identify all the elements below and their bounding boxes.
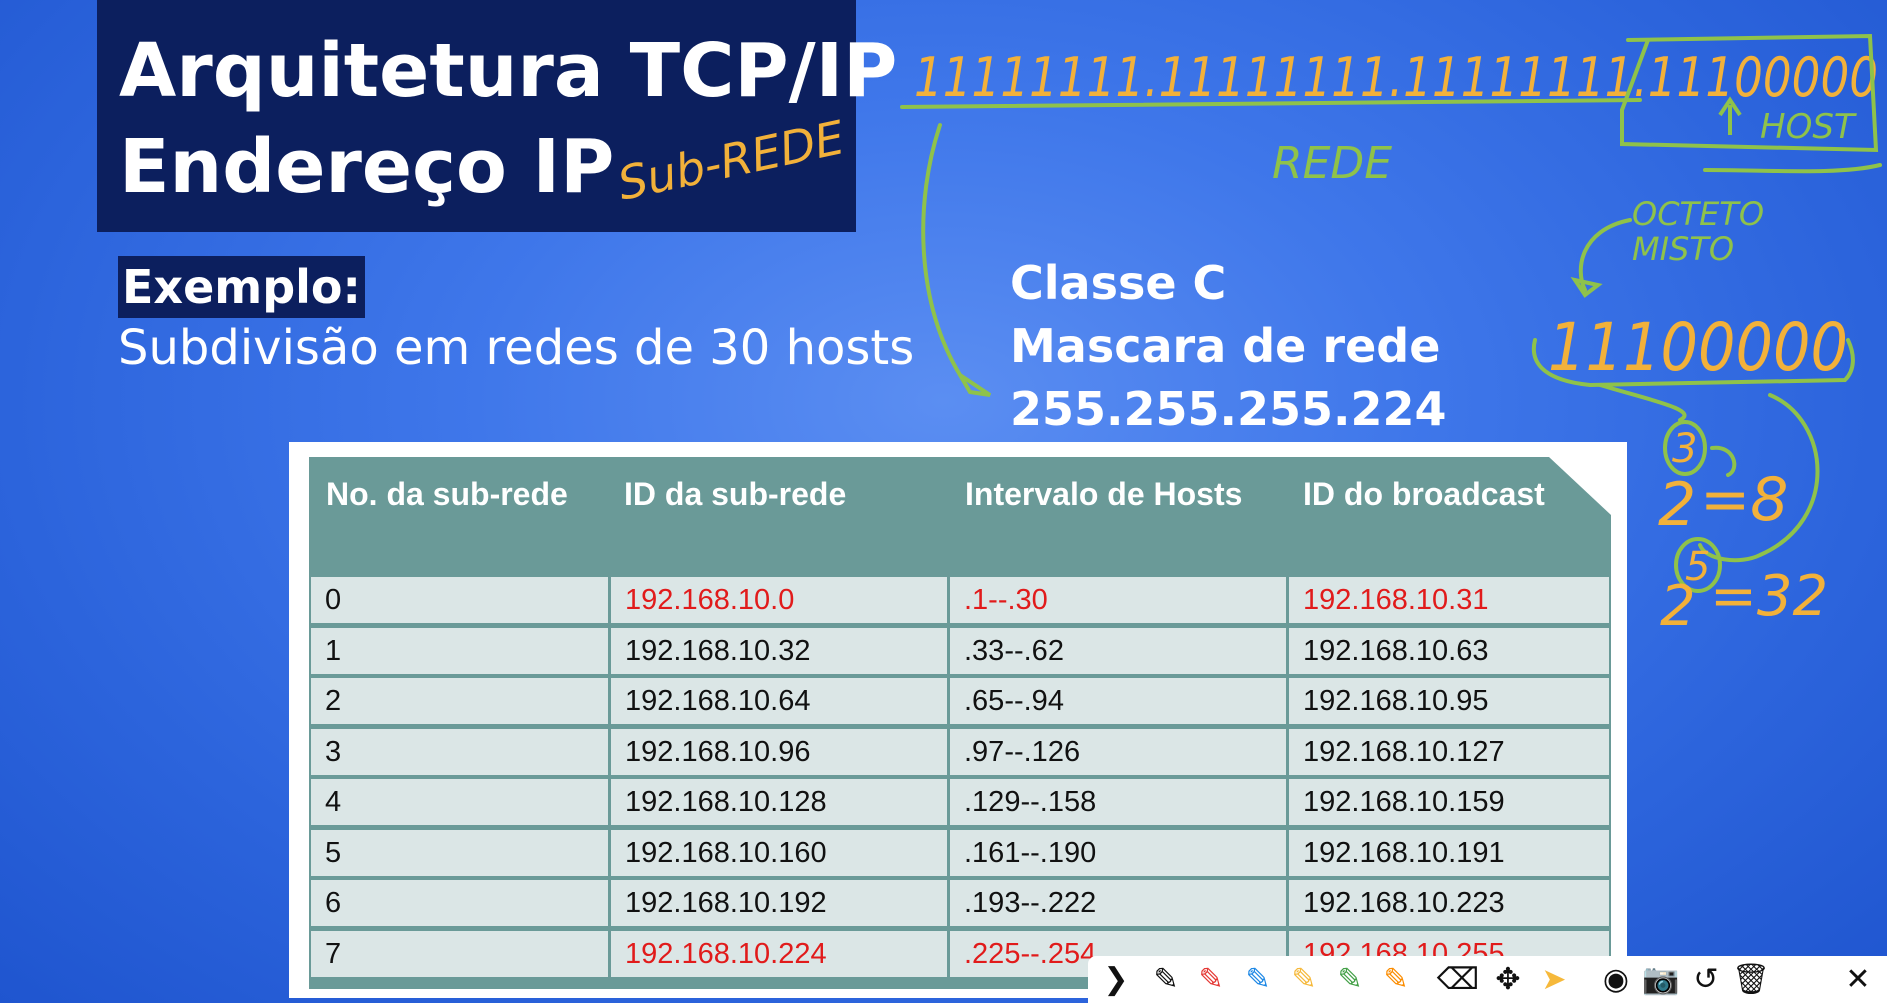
annotation-rede: REDE: [1272, 138, 1392, 189]
table-row: 3 192.168.10.96.97--.126 192.168.10.127: [309, 727, 1611, 778]
cell-subnet-id: 192.168.10.64: [611, 678, 947, 724]
cell-host-range: .33--.62: [950, 627, 1286, 674]
cell-broadcast-id: 192.168.10.223: [1289, 880, 1609, 926]
annotation-host: HOST: [1760, 107, 1857, 147]
annotation-pow2-exp: 5: [1685, 544, 1710, 590]
annotation-mixed-octet: 11100000: [1548, 309, 1848, 386]
pen-red-icon[interactable]: ✎: [1193, 962, 1229, 998]
cell-subnet-id: 192.168.10.0: [611, 577, 947, 623]
title-box: Arquitetura TCP/IP Endereço IP: [97, 0, 897, 232]
subnet-table: No. da sub-rede ID da sub-rede Intervalo…: [309, 457, 1611, 989]
class-line-3: 255.255.255.224: [1010, 382, 1447, 436]
cell-broadcast-id: 192.168.10.31: [1289, 577, 1609, 623]
subnet-table-card: No. da sub-rede ID da sub-rede Intervalo…: [289, 442, 1627, 998]
cell-subnet-number: 5: [311, 829, 608, 876]
annotation-pow1-exp: 3: [1672, 426, 1697, 472]
cell-subnet-id: 192.168.10.96: [611, 728, 947, 775]
highlighter-orange-icon[interactable]: ✎: [1378, 962, 1414, 998]
class-line-2: Mascara de rede: [1010, 319, 1441, 373]
cell-broadcast-id: 192.168.10.95: [1289, 678, 1609, 724]
cell-broadcast-id: 192.168.10.63: [1289, 627, 1609, 674]
annotation-toolbar: ❯ ✎ ✎ ✎ ✎ ✎ ✎ ⌫ ✥ ➤ ◉ 📷 ↺ 🗑 ✕: [1088, 956, 1887, 1003]
cell-subnet-number: 7: [311, 930, 608, 977]
table-row: 0 192.168.10.0.1--.30 192.168.10.31: [309, 575, 1611, 626]
table-row: 6 192.168.10.192.193--.222 192.168.10.223: [309, 878, 1611, 929]
example-text: Subdivisão em redes de 30 hosts: [118, 320, 915, 376]
cell-subnet-number: 2: [311, 678, 608, 724]
cell-broadcast-id: 192.168.10.191: [1289, 829, 1609, 876]
table-body: 0 192.168.10.0.1--.30 192.168.10.31 1 192.16…: [309, 575, 1611, 979]
example-label: Exemplo:: [118, 256, 365, 318]
annotation-pow2-result: =32: [1710, 564, 1828, 629]
pen-green-icon[interactable]: ✎: [1332, 962, 1368, 998]
cell-broadcast-id: 192.168.10.159: [1289, 779, 1609, 825]
cell-subnet-number: 3: [311, 728, 608, 775]
pen-yellow-icon[interactable]: ✎: [1286, 962, 1322, 998]
header-broadcast-id: ID do broadcast: [1303, 476, 1545, 512]
slide-title-line2: Endereço IP: [119, 124, 615, 210]
cell-subnet-id: 192.168.10.224: [611, 930, 947, 977]
annotation-binary-mask: 11111111.11111111.11111111.11100000: [914, 46, 1878, 109]
table-row: 1 192.168.10.32.33--.62 192.168.10.63: [309, 626, 1611, 677]
header-subnet-number: No. da sub-rede: [326, 476, 568, 512]
collapse-toolbar-icon[interactable]: ❯: [1098, 962, 1134, 998]
eye-icon[interactable]: ◉: [1598, 962, 1634, 998]
cell-subnet-id: 192.168.10.128: [611, 779, 947, 825]
eraser-icon[interactable]: ⌫: [1437, 962, 1479, 998]
annotation-pow1-base: 2: [1658, 470, 1696, 540]
header-subnet-id: ID da sub-rede: [624, 476, 847, 512]
cell-subnet-id: 192.168.10.32: [611, 627, 947, 674]
header-host-range: Intervalo de Hosts: [965, 476, 1243, 512]
cell-host-range: .1--.30: [950, 577, 1286, 623]
pen-black-icon[interactable]: ✎: [1148, 962, 1184, 998]
cell-subnet-number: 1: [311, 627, 608, 674]
annotation-exp1-circle: [1663, 420, 1707, 476]
class-line-1: Classe C: [1010, 256, 1227, 310]
cell-subnet-number: 4: [311, 779, 608, 825]
cell-subnet-id: 192.168.10.160: [611, 829, 947, 876]
annotation-octeto: OCTETO: [1632, 195, 1764, 233]
table-row: 5 192.168.10.160.161--.190 192.168.10.191: [309, 828, 1611, 879]
close-icon[interactable]: ✕: [1840, 962, 1876, 998]
slide-title-line1: Arquitetura TCP/IP: [119, 28, 898, 114]
class-block: Classe C Mascara de rede 255.255.255.224: [1010, 252, 1447, 441]
trash-icon[interactable]: 🗑: [1732, 962, 1770, 998]
cell-host-range: .193--.222: [950, 880, 1286, 926]
table-row: 4 192.168.10.128.129--.158 192.168.10.159: [309, 777, 1611, 828]
annotation-exp2-circle: [1674, 537, 1722, 593]
cell-host-range: .129--.158: [950, 779, 1286, 825]
cell-subnet-id: 192.168.10.192: [611, 880, 947, 926]
cell-subnet-number: 0: [311, 577, 608, 623]
cell-subnet-number: 6: [311, 880, 608, 926]
cell-broadcast-id: 192.168.10.127: [1289, 728, 1609, 775]
annotation-pow2-base: 2: [1660, 574, 1696, 639]
table-row: 2 192.168.10.64.65--.94 192.168.10.95: [309, 676, 1611, 727]
annotation-misto: MISTO: [1632, 230, 1734, 268]
annotation-host-arrow: [1718, 96, 1742, 135]
pen-blue-icon[interactable]: ✎: [1240, 962, 1276, 998]
move-icon[interactable]: ✥: [1490, 962, 1526, 998]
pointer-icon[interactable]: ➤: [1536, 962, 1572, 998]
annotation-pow1-result: =8: [1700, 465, 1788, 535]
cell-host-range: .97--.126: [950, 728, 1286, 775]
cell-host-range: .65--.94: [950, 678, 1286, 724]
camera-icon[interactable]: 📷: [1642, 962, 1679, 998]
undo-icon[interactable]: ↺: [1688, 962, 1724, 998]
table-header: No. da sub-rede ID da sub-rede Intervalo…: [309, 457, 1611, 575]
cell-host-range: .161--.190: [950, 829, 1286, 876]
